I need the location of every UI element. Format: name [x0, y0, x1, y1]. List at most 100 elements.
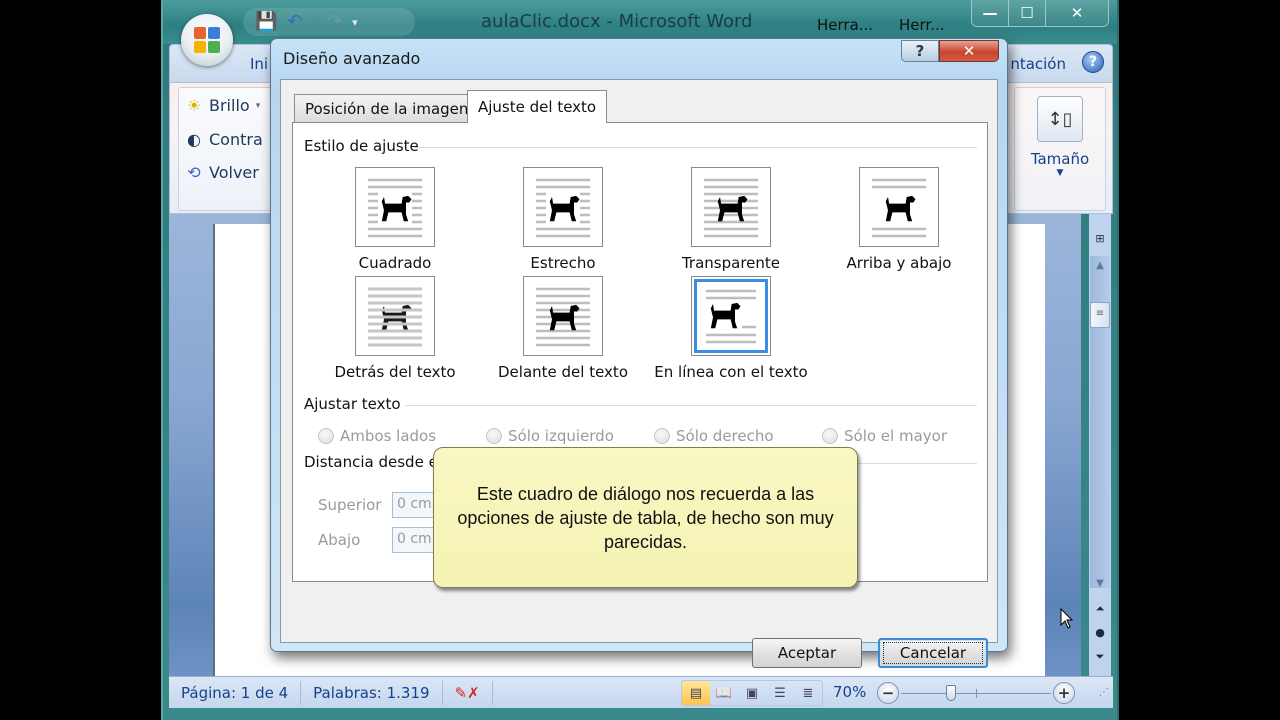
undo-icon[interactable]: ↶	[287, 13, 302, 31]
wrap-option-square[interactable]: Cuadrado	[310, 167, 480, 272]
scroll-down-icon[interactable]: ▼	[1090, 578, 1110, 594]
tutorial-callout: Este cuadro de diálogo nos recuerda a la…	[433, 447, 858, 588]
status-bar: Página: 1 de 4 Palabras: 1.319 ✎✗ ▤ 📖 ▣ …	[169, 676, 1113, 708]
wrap-option-inline[interactable]: En línea con el texto	[646, 276, 816, 381]
undo-dropdown-icon[interactable]: ▾	[313, 17, 318, 27]
dog-picture-icon	[885, 195, 916, 222]
wrap-preview	[704, 178, 758, 238]
save-icon[interactable]: 💾	[255, 13, 277, 31]
tab-picture-position[interactable]: Posición de la imagen	[294, 94, 480, 122]
tab-text-wrapping[interactable]: Ajuste del texto	[467, 90, 608, 123]
maximize-button[interactable]: ☐	[1009, 0, 1046, 26]
close-icon: ✕	[962, 42, 976, 60]
radio-largest-only[interactable]: Sólo el mayor	[822, 427, 947, 445]
web-layout-icon[interactable]: ▣	[738, 681, 766, 705]
reset-picture-button[interactable]: ⟲ Volver	[185, 163, 259, 182]
print-layout-icon[interactable]: ▤	[682, 681, 710, 705]
full-screen-reading-icon[interactable]: 📖	[710, 681, 738, 705]
mouse-cursor-icon	[1060, 608, 1074, 629]
cancel-button[interactable]: Cancelar	[878, 638, 988, 668]
radio-icon	[318, 428, 334, 444]
wrap-inline-icon	[691, 276, 771, 356]
customize-qat-icon[interactable]: ▾	[352, 17, 358, 28]
tab-format[interactable]: ntación	[1010, 55, 1066, 73]
wrap-option-behind-text[interactable]: Detrás del texto	[310, 276, 480, 381]
reset-picture-icon: ⟲	[187, 163, 201, 182]
divider	[405, 405, 977, 406]
wrap-preview	[706, 289, 756, 344]
wrap-option-top-bottom[interactable]: Arriba y abajo	[814, 167, 984, 272]
quick-access-toolbar: 💾 ↶ ▾ ↷ ▾	[243, 8, 415, 36]
contextual-tab-2[interactable]: Herr...	[899, 16, 945, 34]
wrap-text-heading: Ajustar texto	[304, 395, 401, 413]
dog-picture-icon	[710, 302, 741, 329]
dialog-close-button[interactable]: ✕	[939, 40, 999, 62]
wrap-preview	[368, 287, 422, 347]
wrap-top-bottom-icon	[859, 167, 939, 247]
chevron-down-icon: ▾	[255, 100, 261, 111]
wrap-option-tight[interactable]: Estrecho	[478, 167, 648, 272]
close-button[interactable]: ✕	[1046, 0, 1108, 26]
scroll-up-icon[interactable]: ▲	[1090, 260, 1110, 276]
proofing-error-icon[interactable]: ✎✗	[443, 680, 493, 705]
size-icon[interactable]: ↕▯	[1037, 96, 1083, 142]
wrap-option-label: Delante del texto	[498, 363, 628, 381]
size-label[interactable]: Tamaño	[1015, 150, 1105, 168]
next-page-icon[interactable]: ⏷	[1090, 650, 1110, 668]
dialog-title: Diseño avanzado	[283, 49, 421, 68]
tab-home[interactable]: Ini	[250, 55, 268, 73]
radio-both-sides[interactable]: Ambos lados	[318, 427, 436, 445]
zoom-level[interactable]: 70%	[833, 683, 866, 701]
vertical-scrollbar[interactable]: ⊞ ▲ ≡ ▼ ⏶ ● ⏷	[1089, 214, 1111, 676]
zoom-out-button[interactable]: −	[877, 682, 899, 704]
dialog-help-button[interactable]: ?	[901, 40, 939, 62]
dog-picture-icon	[381, 195, 412, 222]
office-button[interactable]	[181, 14, 233, 66]
chevron-down-icon[interactable]: ▼	[1015, 168, 1105, 178]
callout-text: Este cuadro de diálogo nos recuerda a la…	[457, 483, 834, 552]
redo-icon[interactable]: ↷	[327, 13, 342, 31]
wrap-style-heading: Estilo de ajuste	[304, 137, 419, 155]
close-icon: ✕	[1070, 4, 1084, 22]
radio-icon	[654, 428, 670, 444]
contrast-icon: ◐	[187, 130, 201, 149]
radio-left-only[interactable]: Sólo izquierdo	[486, 427, 614, 445]
distance-heading: Distancia desde el	[304, 453, 442, 471]
radio-label: Ambos lados	[340, 427, 437, 445]
scroll-thumb[interactable]: ≡	[1090, 302, 1110, 328]
wrap-tight-icon	[523, 167, 603, 247]
wrap-option-label: En línea con el texto	[654, 363, 808, 381]
select-browse-object-icon[interactable]: ●	[1090, 626, 1110, 644]
size-group: ↕▯ Tamaño ▼	[1014, 87, 1106, 211]
zoom-slider[interactable]	[901, 685, 1051, 701]
minimize-icon: —	[982, 4, 998, 22]
outline-icon[interactable]: ☰	[766, 681, 794, 705]
help-button[interactable]: ?	[1082, 51, 1104, 73]
wrap-option-through[interactable]: Transparente	[646, 167, 816, 272]
contrast-button[interactable]: ◐ Contra	[185, 130, 263, 149]
ok-button[interactable]: Aceptar	[752, 638, 862, 668]
zoom-in-button[interactable]: +	[1053, 682, 1075, 704]
wrap-option-in-front-of-text[interactable]: Delante del texto	[478, 276, 648, 381]
contextual-tab-1[interactable]: Herra...	[817, 16, 873, 34]
resize-grip-icon[interactable]: ⋰	[1099, 687, 1109, 698]
dog-picture-icon	[549, 195, 580, 222]
wrap-option-label: Transparente	[681, 254, 781, 272]
brightness-button[interactable]: ☀ Brillo ▾	[185, 96, 260, 115]
radio-right-only[interactable]: Sólo derecho	[654, 427, 774, 445]
wrap-preview	[536, 287, 590, 347]
draft-icon[interactable]: ≣	[794, 681, 822, 705]
wrap-option-label: Estrecho	[530, 254, 596, 272]
zoom-slider-center-tick	[976, 689, 977, 698]
zoom-slider-thumb[interactable]	[946, 685, 956, 701]
word-count[interactable]: Palabras: 1.319	[301, 680, 443, 705]
previous-page-icon[interactable]: ⏶	[1090, 602, 1110, 620]
cancel-label: Cancelar	[882, 642, 984, 664]
minimize-button[interactable]: —	[972, 0, 1009, 26]
view-ruler-icon[interactable]: ⊞	[1091, 232, 1109, 248]
wrap-preview	[368, 178, 422, 238]
view-buttons: ▤ 📖 ▣ ☰ ≣	[681, 680, 823, 706]
top-distance-label: Superior	[318, 496, 382, 514]
wrap-option-label: Arriba y abajo	[846, 254, 952, 272]
page-count[interactable]: Página: 1 de 4	[169, 680, 302, 705]
